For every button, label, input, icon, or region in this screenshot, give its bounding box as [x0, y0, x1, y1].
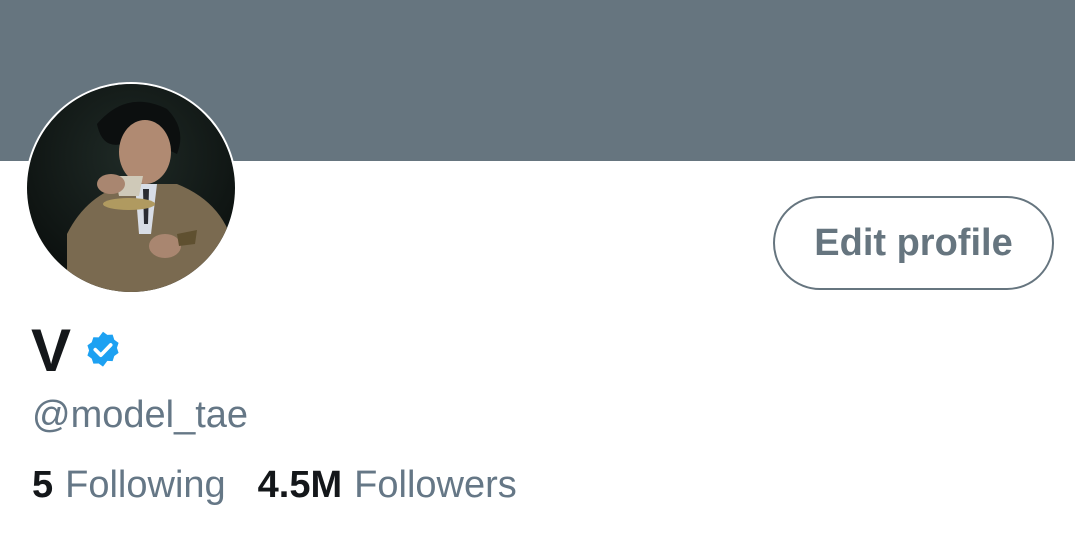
profile-handle: @model_tae [32, 394, 249, 436]
following-stat[interactable]: 5 Following [32, 462, 226, 508]
avatar-photo [27, 84, 235, 292]
name-row: V [31, 318, 125, 384]
following-label: Following [65, 464, 226, 506]
edit-profile-button[interactable]: Edit profile [773, 196, 1054, 290]
display-name: V [31, 317, 72, 384]
following-count: 5 [32, 464, 54, 506]
followers-label: Followers [354, 464, 517, 506]
followers-count: 4.5M [257, 464, 343, 506]
followers-stat[interactable]: 4.5M Followers [258, 462, 517, 508]
profile-stats: 5 Following 4.5M Followers [32, 462, 517, 508]
profile-avatar[interactable] [25, 82, 237, 294]
verified-badge-icon [81, 329, 125, 378]
